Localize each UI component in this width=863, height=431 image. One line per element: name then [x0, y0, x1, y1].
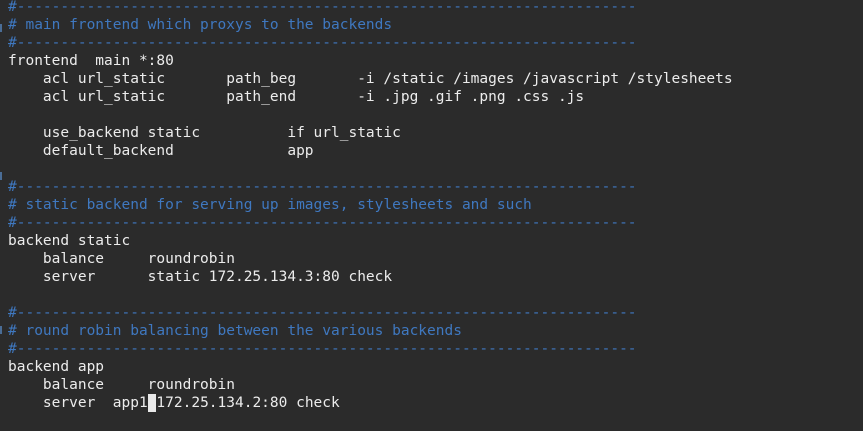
config-line: #---------------------------------------…	[8, 0, 637, 15]
left-edge-marker	[0, 326, 2, 334]
config-line: #---------------------------------------…	[8, 215, 637, 231]
config-line: acl url_static path_end -i .jpg .gif .pn…	[8, 89, 585, 105]
terminal-editor[interactable]: #---------------------------------------…	[0, 0, 863, 431]
config-line: use_backend static if url_static	[8, 125, 401, 141]
config-line: backend static	[8, 233, 131, 249]
config-line: balance roundrobin	[8, 377, 235, 393]
config-line: # main frontend which proxys to the back…	[8, 17, 393, 33]
config-line: #---------------------------------------…	[8, 341, 637, 357]
cursor-line: server app1 172.25.134.2:80 check	[8, 394, 340, 412]
cursor-line-before: server app1	[8, 395, 148, 411]
config-line: server static 172.25.134.3:80 check	[8, 269, 393, 285]
cursor-line-after: 172.25.134.2:80 check	[156, 395, 340, 411]
config-line: frontend main *:80	[8, 53, 174, 69]
config-line: # static backend for serving up images, …	[8, 197, 532, 213]
config-line: acl url_static path_beg -i /static /imag…	[8, 71, 733, 87]
config-line: default_backend app	[8, 143, 314, 159]
left-edge-marker	[0, 24, 2, 32]
config-line: # round robin balancing between the vari…	[8, 323, 462, 339]
left-edge-marker	[0, 172, 2, 180]
config-line: balance roundrobin	[8, 251, 235, 267]
config-line: #---------------------------------------…	[8, 179, 637, 195]
config-line: backend app	[8, 359, 105, 375]
config-line: #---------------------------------------…	[8, 305, 637, 321]
config-line: #---------------------------------------…	[8, 35, 637, 51]
